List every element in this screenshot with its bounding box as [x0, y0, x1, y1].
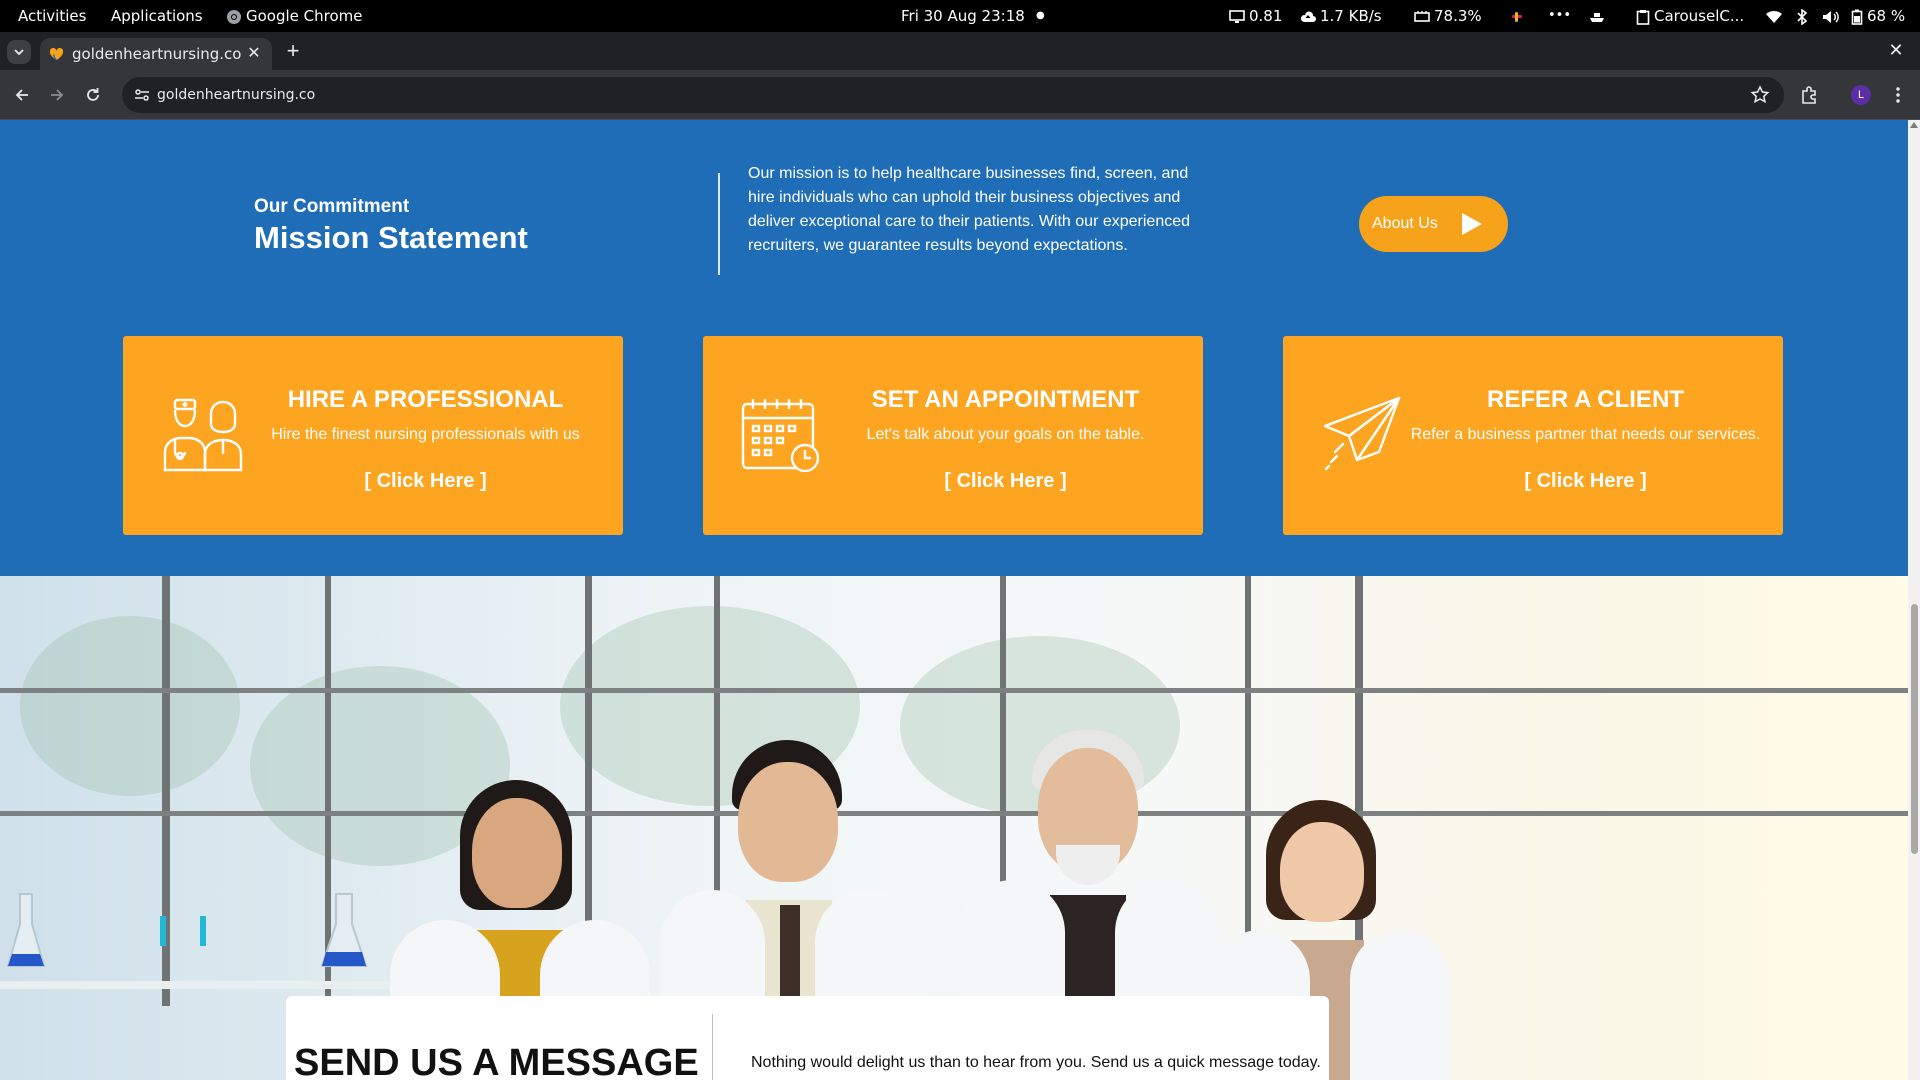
clipboard-icon — [1636, 9, 1650, 25]
face — [1280, 822, 1364, 922]
page-scrollbar[interactable] — [1908, 120, 1920, 1080]
system-top-bar: Activities Applications Google Chrome Fr… — [0, 0, 1920, 32]
memory-value: 78.3% — [1434, 7, 1482, 25]
url-text: goldenheartnursing.co — [157, 87, 316, 103]
cpu-load-indicator[interactable]: 0.81 — [1229, 0, 1282, 32]
refer-client-card[interactable]: REFER A CLIENT Refer a business partner … — [1283, 336, 1783, 535]
browser-toolbar: goldenheartnursing.co L — [0, 70, 1920, 120]
click-here-link[interactable]: [ Click Here ] — [1403, 470, 1768, 493]
tab-active[interactable]: goldenheartnursing.co ✕ — [40, 38, 272, 70]
about-us-button[interactable]: About Us — [1359, 196, 1508, 252]
commitment-kicker: Our Commitment — [254, 196, 410, 217]
send-message-heading: SEND US A MESSAGE — [294, 1042, 699, 1080]
about-us-label: About Us — [1372, 215, 1438, 232]
tab-strip: goldenheartnursing.co ✕ + ✕ — [0, 32, 1920, 70]
applications-menu[interactable]: Applications — [111, 0, 203, 32]
tab-close-icon[interactable]: ✕ — [246, 46, 262, 62]
nurses-icon — [163, 398, 243, 472]
site-favicon-icon — [49, 47, 64, 61]
commitment-section: Our Commitment Mission Statement Our mis… — [0, 120, 1908, 576]
card-title: REFER A CLIENT — [1487, 386, 1684, 413]
lab-flask — [320, 893, 368, 967]
active-app-name: Google Chrome — [246, 7, 363, 25]
scroll-up-arrow-icon[interactable] — [1910, 122, 1918, 128]
arrow-right-icon — [51, 89, 64, 101]
active-app-menu[interactable]: Google Chrome — [226, 0, 363, 32]
click-here-link[interactable]: [ Click Here ] — [823, 470, 1188, 493]
page-viewport: Our Commitment Mission Statement Our mis… — [0, 120, 1920, 1080]
paper-plane-icon — [1323, 396, 1401, 471]
test-tube — [200, 916, 206, 946]
card-description: Hire the finest nursing professionals wi… — [271, 426, 580, 443]
reload-icon — [87, 88, 99, 101]
more-indicators[interactable]: ••• — [1548, 0, 1571, 32]
mission-statement-heading: Mission Statement — [254, 220, 528, 255]
play-arrow-icon — [1462, 213, 1482, 235]
extensions-button[interactable] — [1797, 83, 1821, 107]
kebab-menu-icon — [1896, 87, 1900, 103]
card-title: HIRE A PROFESSIONAL — [287, 386, 564, 413]
lab-flask — [6, 893, 46, 967]
back-button[interactable] — [8, 81, 36, 109]
window-close-button[interactable]: ✕ — [1886, 40, 1906, 60]
clipboard-indicator[interactable]: CarouselC... — [1636, 0, 1744, 32]
hire-professional-card[interactable]: HIRE A PROFESSIONAL Hire the finest nurs… — [123, 336, 623, 535]
battery-indicator[interactable]: 68 % — [1851, 0, 1905, 32]
send-message-text: Nothing would delight us than to hear fr… — [751, 1054, 1321, 1071]
memory-indicator[interactable]: 78.3% — [1414, 0, 1482, 32]
bluetooth-icon[interactable] — [1796, 0, 1812, 32]
vertical-divider — [712, 1014, 713, 1080]
bookmark-star-icon[interactable] — [1750, 85, 1770, 105]
reload-button[interactable] — [79, 81, 107, 109]
clipboard-text: CarouselC... — [1654, 7, 1745, 25]
memory-chip-icon — [1414, 10, 1430, 22]
slack-tray-icon[interactable] — [1510, 0, 1528, 32]
card-title: SET AN APPOINTMENT — [871, 386, 1140, 413]
mission-text: Our mission is to help healthcare busine… — [748, 165, 1191, 254]
browser-menu-button[interactable] — [1886, 83, 1910, 107]
lab-coat — [1350, 930, 1450, 1080]
face — [738, 762, 838, 882]
card-description: Refer a business partner that needs our … — [1410, 426, 1761, 443]
beard — [1056, 845, 1120, 885]
activities-button[interactable]: Activities — [18, 0, 86, 32]
cpu-load-value: 0.81 — [1249, 7, 1283, 25]
puzzle-icon — [1802, 86, 1816, 104]
vertical-divider — [718, 173, 720, 275]
wifi-icon[interactable] — [1765, 0, 1787, 32]
face — [472, 798, 562, 908]
profile-avatar[interactable]: L — [1851, 85, 1871, 105]
forward-button[interactable] — [43, 81, 71, 109]
scrollbar-thumb[interactable] — [1911, 604, 1918, 854]
tab-search-button[interactable] — [7, 40, 31, 64]
window-rail — [0, 688, 1908, 693]
monitor-icon — [1229, 9, 1245, 23]
arrow-left-icon — [15, 89, 28, 101]
battery-icon — [1851, 9, 1863, 25]
window-rail — [0, 811, 1908, 816]
cloud-upload-icon — [1300, 10, 1316, 22]
address-bar[interactable]: goldenheartnursing.co — [122, 77, 1784, 113]
chevron-down-icon — [14, 48, 24, 55]
card-description: Let's talk about your goals on the table… — [866, 426, 1145, 443]
test-tube — [160, 916, 166, 946]
tray-app-icon[interactable] — [1589, 0, 1609, 32]
click-here-link[interactable]: [ Click Here ] — [243, 470, 608, 493]
chrome-icon — [227, 9, 241, 24]
tab-title: goldenheartnursing.co — [72, 45, 242, 63]
volume-icon[interactable] — [1822, 0, 1844, 32]
battery-value: 68 % — [1867, 7, 1906, 25]
network-speed-indicator[interactable]: 1.7 KB/s — [1300, 0, 1382, 32]
network-speed-value: 1.7 KB/s — [1320, 7, 1382, 25]
site-info-icon[interactable] — [132, 85, 152, 105]
foliage-blur — [20, 616, 240, 796]
calendar-icon — [741, 399, 820, 472]
lab-shelf — [0, 981, 400, 989]
set-appointment-card[interactable]: SET AN APPOINTMENT Let's talk about your… — [703, 336, 1203, 535]
send-message-card: SEND US A MESSAGE Nothing would delight … — [286, 996, 1329, 1080]
notification-dot-icon: ● — [1036, 10, 1045, 21]
new-tab-button[interactable]: + — [281, 40, 305, 64]
clock[interactable]: Fri 30 Aug 23:18 — [901, 0, 1025, 32]
